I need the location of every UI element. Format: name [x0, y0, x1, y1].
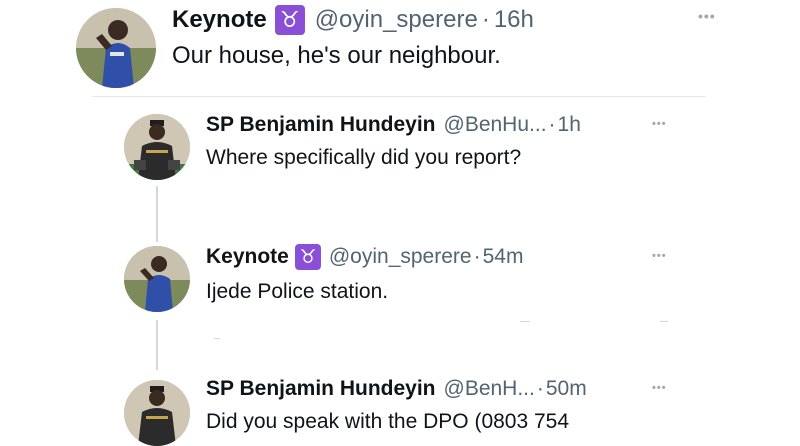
avatar[interactable] — [124, 380, 190, 446]
more-options-icon[interactable]: ••• — [652, 250, 667, 262]
timestamp[interactable]: 16h — [494, 6, 534, 34]
author-name[interactable]: SP Benjamin Hundeyin — [206, 113, 436, 137]
divider — [214, 338, 220, 339]
author-name[interactable]: Keynote — [172, 6, 267, 34]
reply-tweet[interactable]: Keynote ♉ @oyin_sperere · 54m Ijede Poli… — [0, 232, 800, 344]
timestamp[interactable]: 1h — [558, 113, 581, 137]
reply-tweet[interactable]: SP Benjamin Hundeyin @BenH... · 50m Did … — [0, 366, 800, 446]
more-options-icon[interactable]: ••• — [652, 382, 667, 394]
author-handle[interactable]: @BenHu... — [444, 113, 547, 137]
reply-tweet[interactable]: SP Benjamin Hundeyin @BenHu... · 1h Wher… — [0, 100, 800, 210]
tweet-text: Did you speak with the DPO (0803 754 — [206, 410, 570, 433]
author-handle[interactable]: @oyin_sperere — [315, 6, 478, 34]
author-handle[interactable]: @oyin_sperere — [329, 245, 472, 269]
avatar[interactable] — [76, 8, 156, 88]
divider — [92, 96, 706, 97]
separator-dot: · — [473, 245, 481, 268]
author-handle[interactable]: @BenH... — [444, 377, 535, 401]
separator-dot: · — [548, 113, 556, 136]
thread-connector — [156, 320, 158, 370]
zodiac-badge-icon: ♉ — [274, 5, 305, 35]
divider — [660, 321, 668, 322]
author-name[interactable]: Keynote — [206, 245, 289, 269]
separator-dot: · — [481, 6, 490, 33]
main-tweet[interactable]: Keynote ♉ @oyin_sperere · 16h Our house,… — [0, 0, 800, 96]
avatar-police-image — [124, 380, 190, 446]
timestamp[interactable]: 54m — [483, 245, 524, 269]
avatar-police-image — [124, 114, 190, 180]
more-options-icon[interactable]: ••• — [652, 118, 667, 130]
zodiac-badge-icon: ♉ — [294, 244, 321, 270]
timestamp[interactable]: 50m — [546, 377, 587, 401]
avatar[interactable] — [124, 246, 190, 312]
avatar-keynote-image — [124, 246, 190, 312]
avatar[interactable] — [124, 114, 190, 180]
more-options-icon[interactable]: ••• — [698, 8, 716, 24]
tweet-text: Our house, he's our neighbour. — [172, 42, 501, 69]
tweet-text: Where specifically did you report? — [206, 146, 522, 169]
avatar-keynote-image — [76, 8, 156, 88]
author-name[interactable]: SP Benjamin Hundeyin — [206, 377, 436, 401]
separator-dot: · — [536, 377, 544, 400]
tweet-text: Ijede Police station. — [206, 280, 389, 303]
divider — [520, 321, 530, 322]
